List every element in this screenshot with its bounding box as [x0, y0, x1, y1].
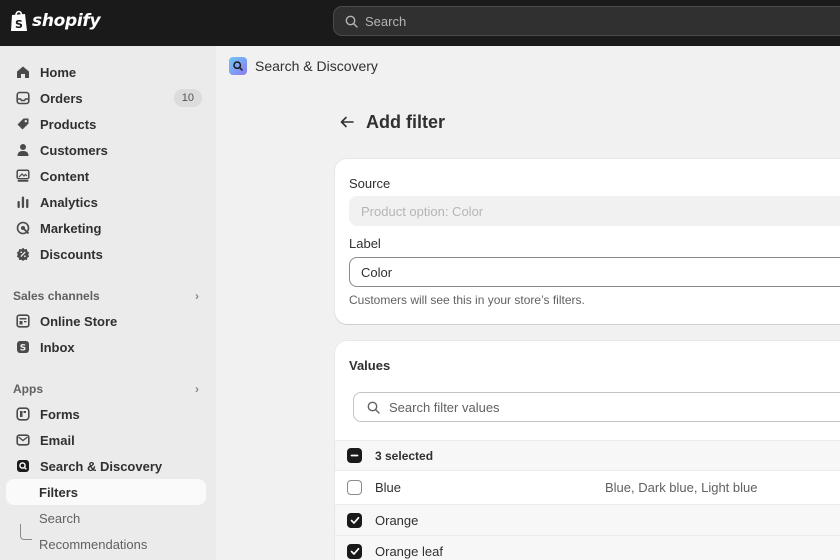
sidebar-item-customers[interactable]: Customers — [6, 137, 206, 163]
sidebar-subitem-search[interactable]: Search — [6, 505, 206, 531]
table-row[interactable]: Orange — [335, 505, 840, 536]
search-app-icon — [15, 458, 31, 474]
sidebar-item-label: Products — [40, 116, 97, 132]
sidebar-subitem-recommendations[interactable]: Recommendations — [6, 531, 206, 557]
tag-icon — [15, 116, 31, 132]
sidebar-item-discounts[interactable]: Discounts — [6, 241, 206, 267]
sidebar: Home Orders 10 Products Customers Conten… — [0, 46, 216, 560]
sidebar-item-label: Marketing — [40, 220, 102, 236]
sidebar-item-search-discovery[interactable]: Search & Discovery — [6, 453, 206, 479]
section-heading-label: Sales channels — [13, 289, 100, 303]
sidebar-item-marketing[interactable]: Marketing — [6, 215, 206, 241]
store-icon — [15, 313, 31, 329]
sidebar-item-label: Customers — [40, 142, 108, 158]
envelope-icon — [15, 432, 31, 448]
sidebar-item-label: Home — [40, 64, 77, 80]
shopify-logo[interactable]: S shopify — [9, 9, 101, 33]
sidebar-item-label: Online Store — [40, 313, 118, 329]
section-heading-label: Apps — [13, 382, 43, 396]
row-checkbox[interactable] — [347, 480, 362, 495]
sidebar-item-label: Forms — [40, 406, 80, 422]
app-header: Search & Discovery — [229, 57, 378, 75]
selected-count: 3 selected — [375, 448, 434, 463]
bar-chart-icon — [15, 194, 31, 210]
sidebar-item-forms[interactable]: Forms — [6, 401, 206, 427]
table-row[interactable]: Blue Blue, Dark blue, Light blue — [335, 471, 840, 505]
sidebar-item-label: Analytics — [40, 194, 98, 210]
discount-icon — [15, 246, 31, 262]
sidebar-item-orders[interactable]: Orders 10 — [6, 85, 206, 111]
filter-values-search-input[interactable]: Search filter values — [353, 392, 840, 422]
sales-channels-heading[interactable]: Sales channels › — [13, 289, 203, 303]
values-title: Values — [349, 358, 391, 373]
search-icon — [345, 15, 358, 28]
person-icon — [15, 142, 31, 158]
search-placeholder: Search — [365, 13, 407, 29]
sidebar-item-home[interactable]: Home — [6, 59, 206, 85]
sidebar-item-label: Orders — [40, 90, 83, 106]
sidebar-item-label: Email — [40, 432, 75, 448]
select-all-checkbox[interactable] — [347, 448, 362, 463]
source-field: Product option: Color — [349, 196, 840, 226]
app-title: Search & Discovery — [255, 58, 378, 74]
label-input[interactable]: Color — [349, 257, 840, 287]
values-card: Values Search filter values 3 selected B… — [335, 341, 840, 560]
label-field-label: Label — [349, 236, 381, 251]
sidebar-subitem-filters[interactable]: Filters — [6, 479, 206, 505]
svg-text:S: S — [15, 18, 23, 31]
logo-text: shopify — [32, 11, 101, 31]
row-checkbox[interactable] — [347, 512, 362, 528]
sidebar-item-products[interactable]: Products — [6, 111, 206, 137]
search-placeholder: Search filter values — [389, 399, 500, 415]
sidebar-item-label: Discounts — [40, 246, 103, 262]
value-aliases: Blue, Dark blue, Light blue — [605, 480, 758, 495]
filter-details-card: Source Product option: Color Label Color… — [335, 159, 840, 324]
value-name: Blue — [375, 480, 402, 495]
chat-icon: S — [15, 339, 31, 355]
orders-count-badge: 10 — [173, 89, 202, 107]
svg-text:S: S — [20, 344, 26, 354]
search-icon — [367, 401, 380, 414]
home-icon — [15, 64, 31, 80]
sidebar-item-analytics[interactable]: Analytics — [6, 189, 206, 215]
sidebar-item-online-store[interactable]: Online Store — [6, 308, 206, 334]
shopify-bag-icon: S — [9, 9, 29, 33]
search-discovery-app-icon — [229, 57, 247, 75]
row-checkbox[interactable] — [347, 544, 362, 559]
sidebar-item-email[interactable]: Email — [6, 427, 206, 453]
inbox-tray-icon — [15, 90, 31, 106]
sidebar-item-inbox[interactable]: S Inbox — [6, 334, 206, 360]
back-arrow-icon[interactable] — [340, 113, 356, 133]
label-help-text: Customers will see this in your store’s … — [349, 293, 585, 307]
image-icon — [15, 168, 31, 184]
sidebar-item-label: Content — [40, 168, 90, 184]
table-row[interactable]: Orange leaf — [335, 536, 840, 560]
sidebar-item-content[interactable]: Content — [6, 163, 206, 189]
sidebar-item-label: Inbox — [40, 339, 75, 355]
page-header: Add filter — [340, 112, 445, 133]
target-icon — [15, 220, 31, 236]
forms-icon — [15, 406, 31, 422]
page-title: Add filter — [366, 112, 445, 132]
value-name: Orange — [375, 512, 419, 528]
sidebar-item-label: Search & Discovery — [40, 458, 163, 474]
values-table-header: 3 selected — [335, 440, 840, 471]
top-bar: S shopify Search — [0, 0, 840, 46]
chevron-right-icon: › — [195, 289, 199, 303]
chevron-right-icon: › — [195, 382, 199, 396]
source-label: Source — [349, 176, 391, 191]
value-name: Orange leaf — [375, 544, 443, 559]
apps-heading[interactable]: Apps › — [13, 382, 203, 396]
global-search-input[interactable]: Search — [333, 6, 840, 36]
